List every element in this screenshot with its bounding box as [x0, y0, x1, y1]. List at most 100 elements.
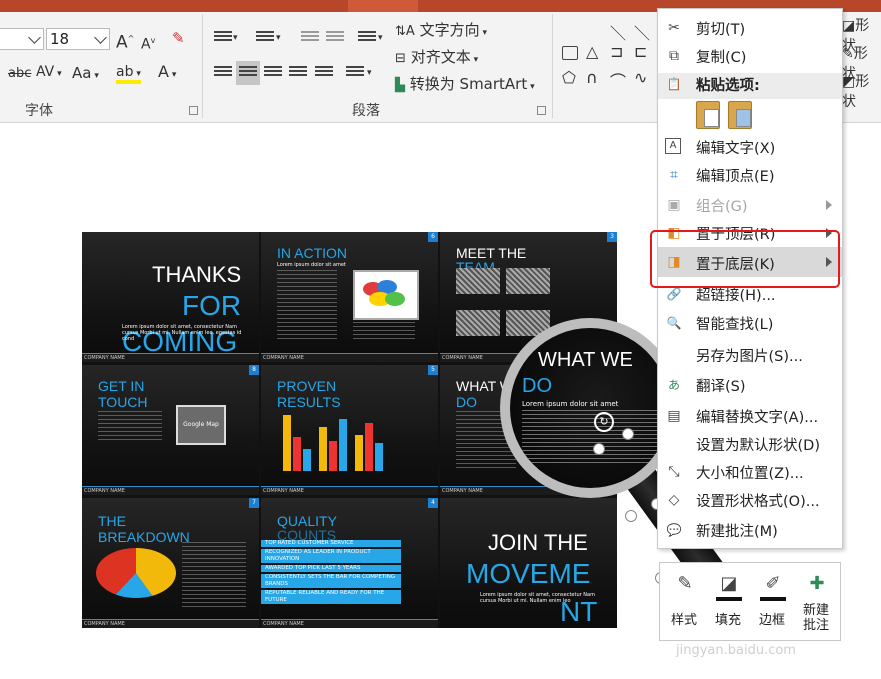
- selection-handle[interactable]: [622, 428, 634, 440]
- bullets-icon[interactable]: [214, 31, 232, 45]
- menu-item-new-comment[interactable]: 💬 新建批注(M): [658, 516, 842, 544]
- fill-button[interactable]: ◪ 填充: [708, 567, 748, 637]
- slide-title-accent: FOR: [182, 290, 242, 321]
- columns-icon[interactable]: [346, 66, 364, 80]
- chevron-down-icon[interactable]: ▾: [276, 28, 281, 48]
- paste-picture-icon[interactable]: [728, 101, 752, 129]
- team-photo: [506, 268, 550, 294]
- paragraph-dialog-launcher[interactable]: [537, 106, 546, 115]
- font-size-combo[interactable]: 18: [46, 28, 110, 50]
- clear-format-icon[interactable]: ✎: [172, 28, 185, 48]
- align-center-icon[interactable]: [239, 66, 257, 80]
- font-dialog-launcher[interactable]: [189, 106, 198, 115]
- quality-bar-item: AWARDED TOP PICK LAST 5 YEARS: [261, 565, 401, 572]
- arc-shape-icon[interactable]: ⌒: [610, 68, 626, 92]
- connector-shape-icon[interactable]: ⊐: [610, 42, 623, 61]
- change-case-button[interactable]: Aa ▾: [72, 63, 99, 86]
- team-photo: [456, 268, 500, 294]
- slide-title: MEET THE: [456, 245, 527, 261]
- outline-button[interactable]: ✐ 边框: [752, 567, 792, 637]
- style-label: 样式: [670, 613, 697, 628]
- selection-handle[interactable]: [593, 443, 605, 455]
- magnified-body: Lorem ipsum dolor sit amet: [522, 400, 619, 408]
- slide-number: 6: [428, 232, 438, 242]
- font-name-combo[interactable]: [0, 28, 44, 50]
- increase-indent-icon[interactable]: [326, 31, 344, 45]
- strikethrough-button[interactable]: abc: [8, 64, 31, 84]
- pie-3d-image: [353, 270, 419, 320]
- line-shape-icon[interactable]: ＼: [610, 20, 626, 44]
- align-text-button[interactable]: ⊟ 对齐文本 ▾: [395, 47, 478, 70]
- menu-item-edit-alt-text[interactable]: ▤ 编辑替换文字(A)...: [658, 402, 842, 430]
- align-right-icon[interactable]: [264, 66, 282, 80]
- menu-item-format-shape[interactable]: ◇ 设置形状格式(O)...: [658, 486, 842, 514]
- chevron-down-icon[interactable]: ▾: [378, 28, 383, 48]
- freeform-shape-icon[interactable]: ⬠: [562, 68, 576, 87]
- menu-item-group[interactable]: ▣ 组合(G): [658, 191, 842, 219]
- text-lines: [353, 322, 415, 340]
- rotate-handle-icon[interactable]: ↻: [594, 412, 614, 432]
- justify-icon[interactable]: [289, 66, 307, 80]
- menu-item-save-as-picture[interactable]: 另存为图片(S)...: [658, 341, 842, 369]
- distributed-icon[interactable]: [315, 66, 333, 80]
- slide-footer: COMPANY NAME: [82, 486, 259, 495]
- highlight-button[interactable]: ab ▾: [116, 62, 141, 84]
- outline-label: 边框: [758, 613, 785, 628]
- menu-item-smart-lookup[interactable]: 🔍 智能查找(L): [658, 309, 842, 337]
- slide-title: JOIN THE: [488, 530, 588, 555]
- menu-item-label: 智能查找(L): [696, 317, 774, 333]
- shape-gallery[interactable]: △ ⊐ ⊏ ⬠ ∩ ⌒ ∿ ＼ ＼: [562, 20, 656, 100]
- rectangle-shape-icon[interactable]: [562, 46, 578, 60]
- menu-item-translate[interactable]: あ 翻译(S): [658, 371, 842, 399]
- menu-item-set-default-shape[interactable]: 设置为默认形状(D): [658, 430, 842, 458]
- menu-item-size-position[interactable]: ⤡ 大小和位置(Z)...: [658, 458, 842, 486]
- decrease-indent-icon[interactable]: [301, 31, 319, 45]
- slide-title-accent: GET IN: [98, 378, 145, 394]
- slide-thumb-thanks: THANKS FOR COMING Lorem ipsum dolor sit …: [82, 232, 259, 362]
- menu-item-copy[interactable]: ⧉ 复制(C): [658, 42, 842, 70]
- slide-title-accent: TOUCH: [98, 394, 148, 410]
- grow-font-button[interactable]: A^: [116, 29, 134, 53]
- line-spacing-icon[interactable]: [358, 31, 376, 45]
- shape-effects-button[interactable]: ◩形状: [842, 72, 881, 112]
- selection-handle[interactable]: [625, 510, 637, 522]
- char-spacing-button[interactable]: AV ▾: [36, 62, 62, 84]
- map-label: Google Map: [183, 421, 219, 428]
- menu-item-edit-text[interactable]: A 编辑文字(X): [658, 133, 842, 161]
- style-button[interactable]: ✎ 样式: [664, 567, 704, 637]
- slide-body-text: Lorem ipsum dolor sit amet, consectetur …: [480, 592, 595, 604]
- chevron-down-icon[interactable]: ▾: [233, 28, 238, 48]
- paste-keep-source-icon[interactable]: [696, 101, 720, 129]
- wave-shape-icon[interactable]: ∿: [634, 68, 647, 87]
- slide-title-accent: MOVEME: [466, 558, 591, 589]
- slide-title-accent: PROVEN: [277, 378, 337, 394]
- menu-item-label: 设置为默认形状(D): [696, 438, 820, 454]
- brush-icon: ✎: [677, 573, 693, 594]
- new-comment-button[interactable]: ✚ 新建 批注: [796, 567, 836, 637]
- submenu-arrow-icon: [826, 200, 832, 210]
- menu-item-label: 设置形状格式(O)...: [696, 494, 820, 510]
- quality-bar-item: TOP RATED CUSTOMER SERVICE: [261, 540, 401, 547]
- paint-bucket-icon: ◪: [720, 573, 738, 594]
- line-shape-icon[interactable]: ＼: [634, 20, 650, 44]
- menu-item-cut[interactable]: ✂ 剪切(T): [658, 14, 842, 42]
- magnifier-shape[interactable]: WHAT WE DO Lorem ipsum dolor sit amet ↻: [500, 318, 680, 498]
- menu-item-edit-points[interactable]: ⌗ 编辑顶点(E): [658, 161, 842, 189]
- tab-format-active[interactable]: [348, 0, 418, 12]
- comment-plus-icon: ✚: [809, 573, 825, 594]
- mini-toolbar: ✎ 样式 ◪ 填充 ✐ 边框 ✚ 新建 批注: [659, 562, 841, 641]
- pen-icon: ✎: [842, 46, 854, 62]
- chevron-down-icon: [94, 31, 107, 44]
- text-direction-button[interactable]: ⇅A 文字方向 ▾: [395, 20, 487, 43]
- elbow-shape-icon[interactable]: ⊏: [634, 42, 647, 61]
- convert-smartart-button[interactable]: ▙ 转换为 SmartArt ▾: [395, 74, 535, 97]
- triangle-shape-icon[interactable]: △: [586, 42, 598, 61]
- numbering-icon[interactable]: [256, 31, 274, 45]
- menu-item-label: 组合(G): [696, 199, 748, 215]
- curve-shape-icon[interactable]: ∩: [586, 68, 598, 87]
- shrink-font-button[interactable]: Av: [141, 31, 155, 55]
- chevron-down-icon[interactable]: ▾: [367, 63, 372, 83]
- text-lines: [522, 410, 658, 466]
- font-color-button[interactable]: A ▾: [158, 62, 176, 85]
- align-left-icon[interactable]: [214, 66, 232, 80]
